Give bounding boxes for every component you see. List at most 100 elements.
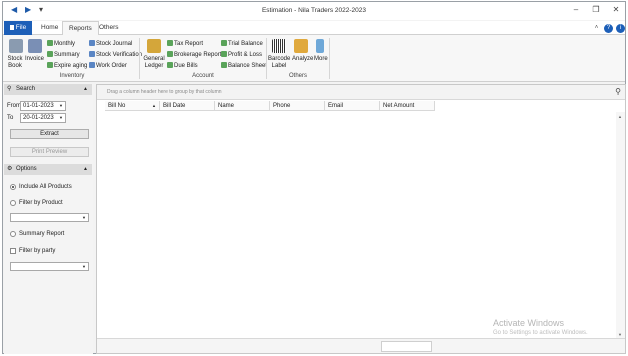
tax-report-button[interactable]: Tax Report [167, 40, 203, 47]
profit-loss-icon [221, 51, 227, 57]
column-header-bill-date[interactable]: Bill Date [160, 101, 215, 111]
sort-ascending-icon: ▲ [152, 103, 156, 108]
profit-loss-button[interactable]: Profit & Loss [221, 51, 262, 58]
from-label: From [7, 103, 21, 109]
chevron-down-icon[interactable]: ▼ [59, 102, 63, 110]
barcode-icon [272, 39, 286, 53]
stock-book-icon [9, 39, 23, 53]
stock-journal-label: Stock Journal [96, 41, 133, 47]
product-select[interactable]: ▼ [10, 213, 89, 222]
group-by-area[interactable]: Drag a column header here to group by th… [97, 85, 625, 100]
invoice-button[interactable]: Invoice [25, 56, 44, 62]
due-bills-icon [167, 62, 173, 68]
from-date-input[interactable]: 01-01-2023 ▼ [20, 101, 66, 111]
general-ledger-button[interactable]: General Ledger [142, 56, 166, 70]
net-amount-total-cell [381, 341, 432, 352]
restore-button[interactable]: ❐ [590, 5, 602, 14]
help-icon[interactable]: ? [604, 24, 613, 33]
search-section-header[interactable]: ⚲ Search ▲ [4, 84, 92, 95]
search-icon[interactable]: ⚲ [615, 87, 621, 96]
group-divider [139, 38, 140, 79]
group-label-inventory: Inventory [59, 73, 85, 79]
work-order-icon [89, 62, 95, 68]
ribbon-panel: Stock Book Invoice Monthly Summary Expir… [3, 35, 625, 82]
to-date-value: 20-01-2023 [23, 115, 54, 121]
filter-by-party-checkbox[interactable] [10, 248, 16, 254]
expire-aging-button[interactable]: Expire aging [47, 62, 87, 69]
left-panel: ⚲ Search ▲ From 01-01-2023 ▼ To 20-01-20… [4, 84, 93, 354]
chevron-down-icon[interactable]: ▼ [82, 215, 86, 220]
balance-sheet-button[interactable]: Balance Sheet [221, 62, 267, 69]
balance-sheet-icon [221, 62, 227, 68]
more-button[interactable]: More [314, 56, 328, 62]
brokerage-report-label: Brokerage Report [174, 52, 222, 58]
summary-label: Summary [54, 52, 80, 58]
vertical-scrollbar[interactable]: ▲ ▼ [616, 112, 625, 339]
include-all-products-label: Include All Products [19, 184, 72, 190]
print-preview-button[interactable]: Print Preview [10, 147, 89, 157]
more-icon [316, 39, 324, 53]
info-icon[interactable]: i [616, 24, 625, 33]
collapse-ribbon-icon[interactable]: ˄ [592, 24, 601, 33]
column-header-email[interactable]: Email [325, 101, 380, 111]
due-bills-label: Due Bills [174, 63, 198, 69]
summary-button[interactable]: Summary [47, 51, 80, 58]
stock-journal-icon [89, 40, 95, 46]
gear-icon: ⚙ [7, 166, 13, 172]
window-title: Estimation - Nila Traders 2022-2023 [261, 7, 367, 14]
stock-journal-button[interactable]: Stock Journal [89, 40, 132, 47]
stock-verification-icon [89, 51, 95, 57]
trial-balance-button[interactable]: Trial Balance [221, 40, 263, 47]
column-header-name[interactable]: Name [215, 101, 270, 111]
to-date-input[interactable]: 20-01-2023 ▼ [20, 113, 66, 123]
app-window: ◀ ▶ ▾ Estimation - Nila Traders 2022-202… [2, 1, 626, 354]
tax-report-icon [167, 40, 173, 46]
search-section-title: Search [16, 86, 36, 92]
work-order-button[interactable]: Work Order [89, 62, 127, 69]
group-label-others: Others [288, 73, 307, 79]
column-header-phone[interactable]: Phone [270, 101, 325, 111]
close-button[interactable]: ✕ [610, 5, 622, 14]
trial-balance-label: Trial Balance [228, 41, 263, 47]
tab-home[interactable]: Home [35, 21, 64, 35]
group-label-account: Account [192, 73, 214, 79]
monthly-button[interactable]: Monthly [47, 40, 75, 47]
chevron-down-icon[interactable]: ▼ [59, 114, 63, 122]
analyze-button[interactable]: Analyze [292, 56, 313, 62]
tab-file[interactable]: File [4, 21, 32, 35]
to-label: To [7, 115, 14, 121]
activate-windows-subtitle: Go to Settings to activate Windows. [493, 330, 588, 336]
summary-report-radio[interactable] [10, 231, 16, 237]
tab-others[interactable]: Others [93, 21, 125, 35]
include-all-products-radio[interactable] [10, 184, 16, 190]
summary-report-label: Summary Report [19, 231, 65, 237]
trial-balance-icon [221, 40, 227, 46]
scroll-down-icon[interactable]: ▼ [618, 332, 622, 337]
profit-loss-label: Profit & Loss [228, 52, 263, 58]
extract-button[interactable]: Extract [10, 129, 89, 139]
group-by-hint: Drag a column header here to group by th… [107, 89, 222, 95]
stock-verification-button[interactable]: Stock Verification [89, 51, 142, 58]
analyze-icon [294, 39, 308, 53]
filter-by-product-radio[interactable] [10, 200, 16, 206]
general-ledger-icon [147, 39, 161, 53]
due-bills-button[interactable]: Due Bills [167, 62, 198, 69]
chevron-up-icon[interactable]: ▲ [83, 84, 88, 95]
grid-footer [97, 338, 625, 353]
scroll-up-icon[interactable]: ▲ [618, 114, 622, 119]
ribbon-tabs: File Home Reports Others ˄ ? i [3, 21, 625, 36]
chevron-up-icon[interactable]: ▲ [83, 164, 88, 175]
column-label: Bill No [108, 103, 126, 109]
barcode-label-button[interactable]: Barcode Label [268, 56, 290, 70]
chevron-down-icon[interactable]: ▼ [82, 264, 86, 269]
column-header-net-amount[interactable]: Net Amount [380, 101, 435, 111]
options-section-header[interactable]: ⚙ Options ▲ [4, 164, 92, 175]
search-icon: ⚲ [7, 86, 12, 92]
group-divider [329, 38, 330, 79]
stock-book-button[interactable]: Stock Book [6, 56, 24, 70]
party-select[interactable]: ▼ [10, 262, 89, 271]
brokerage-report-button[interactable]: Brokerage Report [167, 51, 221, 58]
minimize-button[interactable]: – [570, 5, 582, 14]
column-header-bill-no[interactable]: Bill No ▲ [105, 101, 160, 111]
from-date-value: 01-01-2023 [23, 103, 54, 109]
